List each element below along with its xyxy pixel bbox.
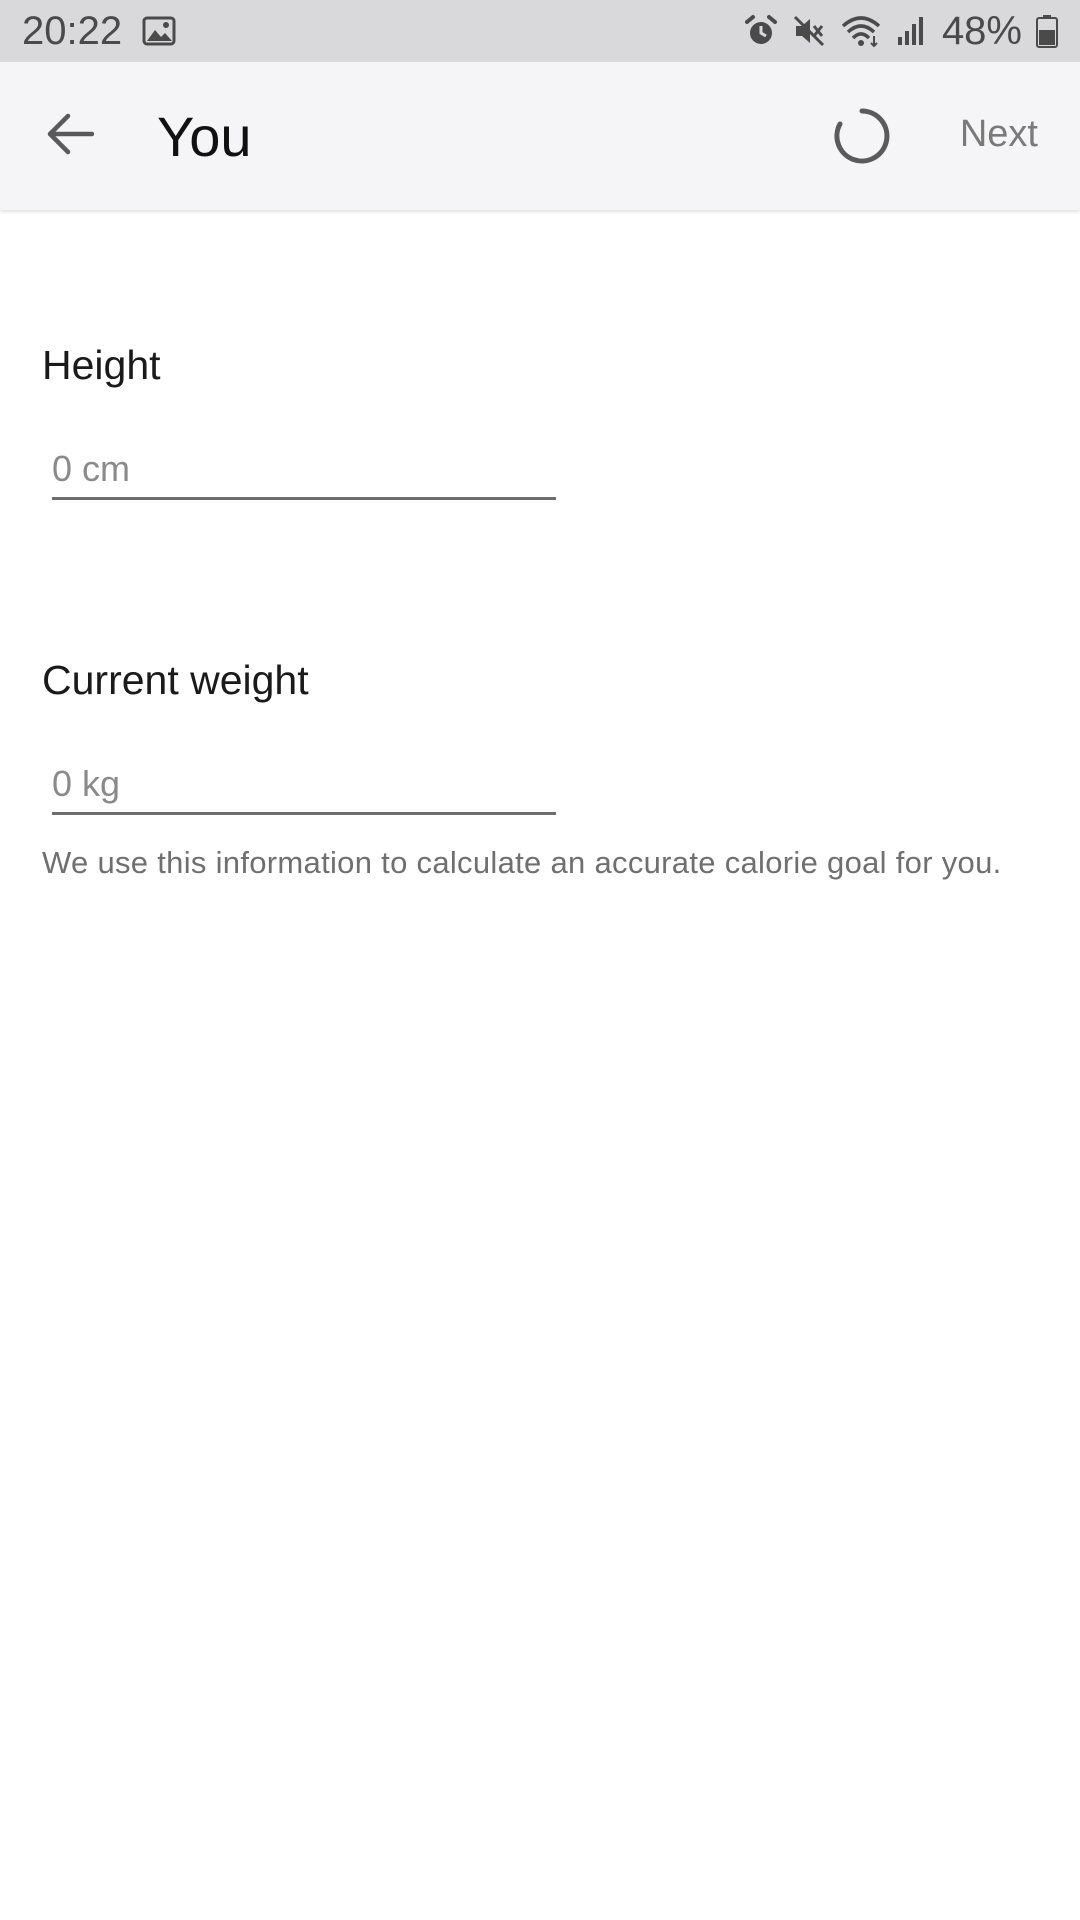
image-icon	[142, 16, 176, 46]
status-right: 48%	[744, 9, 1058, 54]
page-title: You	[157, 105, 252, 168]
back-button[interactable]	[42, 108, 98, 164]
app-bar: You Next	[0, 62, 1080, 210]
weight-input[interactable]	[52, 755, 556, 812]
alarm-icon	[744, 14, 778, 48]
height-field[interactable]	[52, 440, 556, 500]
battery-icon	[1036, 14, 1058, 48]
weight-field[interactable]	[52, 755, 556, 815]
weight-label: Current weight	[42, 657, 309, 703]
status-left: 20:22	[22, 9, 176, 54]
status-time: 20:22	[22, 8, 123, 53]
status-bar: 20:22 48%	[0, 0, 1080, 62]
arrow-left-icon	[46, 112, 95, 161]
battery-percentage: 48%	[941, 8, 1022, 53]
wifi-icon	[840, 14, 882, 48]
next-button[interactable]: Next	[960, 113, 1038, 156]
height-input[interactable]	[52, 440, 556, 497]
spinner-icon	[832, 106, 892, 166]
height-label: Height	[42, 342, 161, 388]
helper-text: We use this information to calculate an …	[42, 845, 1002, 880]
mute-icon	[792, 14, 826, 48]
signal-icon	[896, 15, 928, 47]
